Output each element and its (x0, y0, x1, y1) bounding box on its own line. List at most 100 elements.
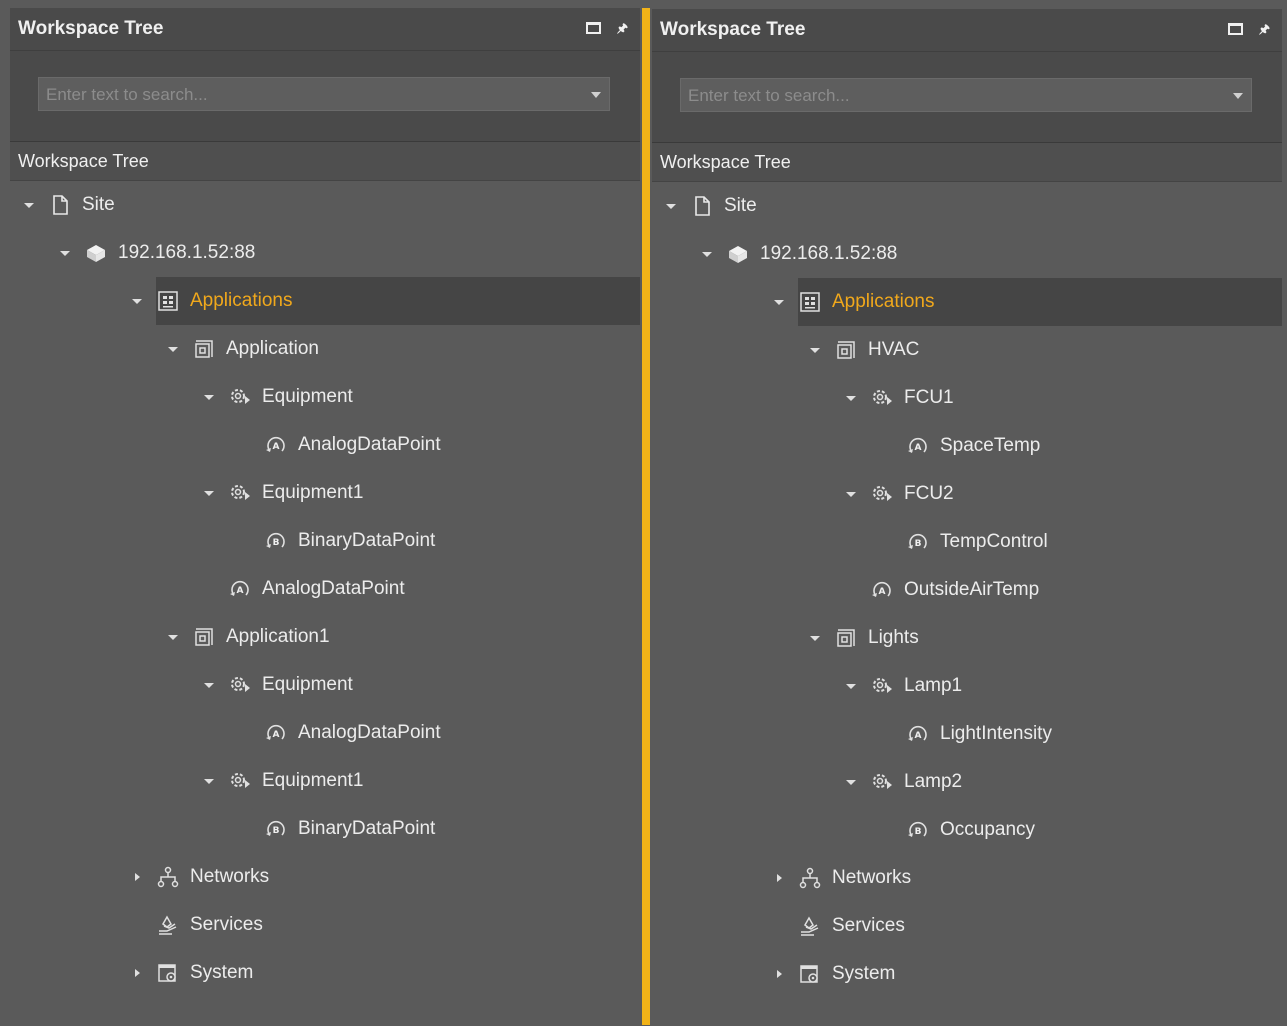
tree-item[interactable]: System (652, 950, 1282, 998)
expand-chevron-down-icon[interactable] (772, 299, 786, 305)
expand-chevron-down-icon[interactable] (202, 394, 216, 400)
tree-item[interactable]: Application1 (10, 613, 640, 661)
tree-item[interactable]: 192.168.1.52:88 (652, 230, 1282, 278)
tree-item[interactable]: A AnalogDataPoint (10, 565, 640, 613)
tree-item[interactable]: B BinaryDataPoint (10, 805, 640, 853)
tree-item[interactable]: Site (652, 182, 1282, 230)
expand-chevron-down-icon[interactable] (808, 347, 822, 353)
tree-item[interactable]: Services (10, 901, 640, 949)
expand-chevron-down-icon[interactable] (844, 683, 858, 689)
tree-item[interactable]: A LightIntensity (652, 710, 1282, 758)
applications-icon (156, 289, 180, 313)
svg-text:B: B (915, 539, 922, 549)
tree-item[interactable]: A AnalogDataPoint (10, 709, 640, 757)
tree-item[interactable]: A SpaceTemp (652, 422, 1282, 470)
collapse-chevron-right-icon[interactable] (130, 969, 144, 977)
expand-chevron-down-icon[interactable] (58, 250, 72, 256)
tree-item[interactable]: B BinaryDataPoint (10, 517, 640, 565)
panel-divider[interactable] (642, 8, 650, 1025)
svg-text:A: A (915, 731, 922, 741)
applications-icon (798, 290, 822, 314)
tree-item[interactable]: FCU1 (652, 374, 1282, 422)
analog-datapoint-icon: A (906, 434, 930, 458)
services-icon (798, 914, 822, 938)
expand-chevron-down-icon[interactable] (664, 203, 678, 209)
expand-chevron-down-icon[interactable] (202, 490, 216, 496)
search-input[interactable]: Enter text to search... (680, 78, 1252, 112)
system-icon (156, 961, 180, 985)
expand-chevron-down-icon[interactable] (844, 779, 858, 785)
analog-datapoint-icon: A (906, 722, 930, 746)
svg-text:A: A (915, 443, 922, 453)
tree-item[interactable]: Equipment (10, 373, 640, 421)
equipment-icon (228, 481, 252, 505)
binary-datapoint-icon: B (906, 818, 930, 842)
pin-icon[interactable]: 🖈 (617, 22, 628, 34)
tree-item[interactable]: Networks (652, 854, 1282, 902)
panel-header: Workspace Tree 🖈 (652, 9, 1282, 52)
search-input[interactable]: Enter text to search... (38, 77, 610, 111)
tree-item[interactable]: HVAC (652, 326, 1282, 374)
search-area: Enter text to search... (10, 51, 640, 142)
tree-item[interactable]: Lamp1 (652, 662, 1282, 710)
tree-item[interactable]: B TempControl (652, 518, 1282, 566)
tree-item-label: SpaceTemp (940, 435, 1041, 456)
tree-section-title: Workspace Tree (10, 142, 640, 181)
tree-item[interactable]: A OutsideAirTemp (652, 566, 1282, 614)
tree-item[interactable]: A AnalogDataPoint (10, 421, 640, 469)
tree-item-label: Lamp2 (904, 771, 963, 792)
tree-item[interactable]: Lamp2 (652, 758, 1282, 806)
tree-item-label: HVAC (868, 339, 920, 360)
expand-chevron-down-icon[interactable] (166, 346, 180, 352)
tree-item[interactable]: System (10, 949, 640, 997)
expand-chevron-down-icon[interactable] (130, 298, 144, 304)
workspace-tree: Site 192.168.1.52:88 Applications Applicati… (10, 181, 640, 997)
tree-item-label: Occupancy (940, 819, 1036, 840)
panel-title: Workspace Tree (18, 18, 164, 39)
expand-chevron-down-icon[interactable] (202, 778, 216, 784)
tree-item[interactable]: Services (652, 902, 1282, 950)
tree-item-label: System (832, 963, 896, 984)
system-icon (798, 962, 822, 986)
binary-datapoint-icon: B (906, 530, 930, 554)
equipment-icon (228, 673, 252, 697)
tree-item-label: FCU2 (904, 483, 954, 504)
tree-item-label: OutsideAirTemp (904, 579, 1040, 600)
workspace-tree-panel-left: Workspace Tree 🖈 Enter text to search...… (10, 8, 640, 1025)
tree-item[interactable]: Equipment (10, 661, 640, 709)
maximize-icon[interactable] (1227, 23, 1243, 35)
maximize-icon[interactable] (585, 22, 601, 34)
collapse-chevron-right-icon[interactable] (772, 874, 786, 882)
tree-item[interactable]: Networks (10, 853, 640, 901)
collapse-chevron-right-icon[interactable] (772, 970, 786, 978)
pin-icon[interactable]: 🖈 (1259, 23, 1270, 35)
tree-item-label: TempControl (940, 531, 1048, 552)
expand-chevron-down-icon[interactable] (22, 202, 36, 208)
tree-item[interactable]: Site (10, 181, 640, 229)
tree-item[interactable]: Application (10, 325, 640, 373)
tree-item[interactable]: Applications (10, 277, 640, 325)
tree-item[interactable]: 192.168.1.52:88 (10, 229, 640, 277)
expand-chevron-down-icon[interactable] (844, 491, 858, 497)
collapse-chevron-right-icon[interactable] (130, 873, 144, 881)
expand-chevron-down-icon[interactable] (700, 251, 714, 257)
tree-item[interactable]: FCU2 (652, 470, 1282, 518)
dropdown-caret-icon[interactable] (1233, 93, 1243, 99)
expand-chevron-down-icon[interactable] (808, 635, 822, 641)
tree-item[interactable]: Applications (652, 278, 1282, 326)
tree-item[interactable]: Equipment1 (10, 757, 640, 805)
dropdown-caret-icon[interactable] (591, 92, 601, 98)
expand-chevron-down-icon[interactable] (844, 395, 858, 401)
binary-datapoint-icon: B (264, 529, 288, 553)
tree-item[interactable]: Equipment1 (10, 469, 640, 517)
expand-chevron-down-icon[interactable] (202, 682, 216, 688)
tree-item-label: BinaryDataPoint (298, 530, 436, 551)
tree-item-label: Services (832, 915, 905, 936)
tree-item[interactable]: B Occupancy (652, 806, 1282, 854)
expand-chevron-down-icon[interactable] (166, 634, 180, 640)
tree-item-label: LightIntensity (940, 723, 1052, 744)
equipment-icon (870, 482, 894, 506)
tree-item[interactable]: Lights (652, 614, 1282, 662)
svg-text:B: B (915, 827, 922, 837)
networks-icon (156, 865, 180, 889)
